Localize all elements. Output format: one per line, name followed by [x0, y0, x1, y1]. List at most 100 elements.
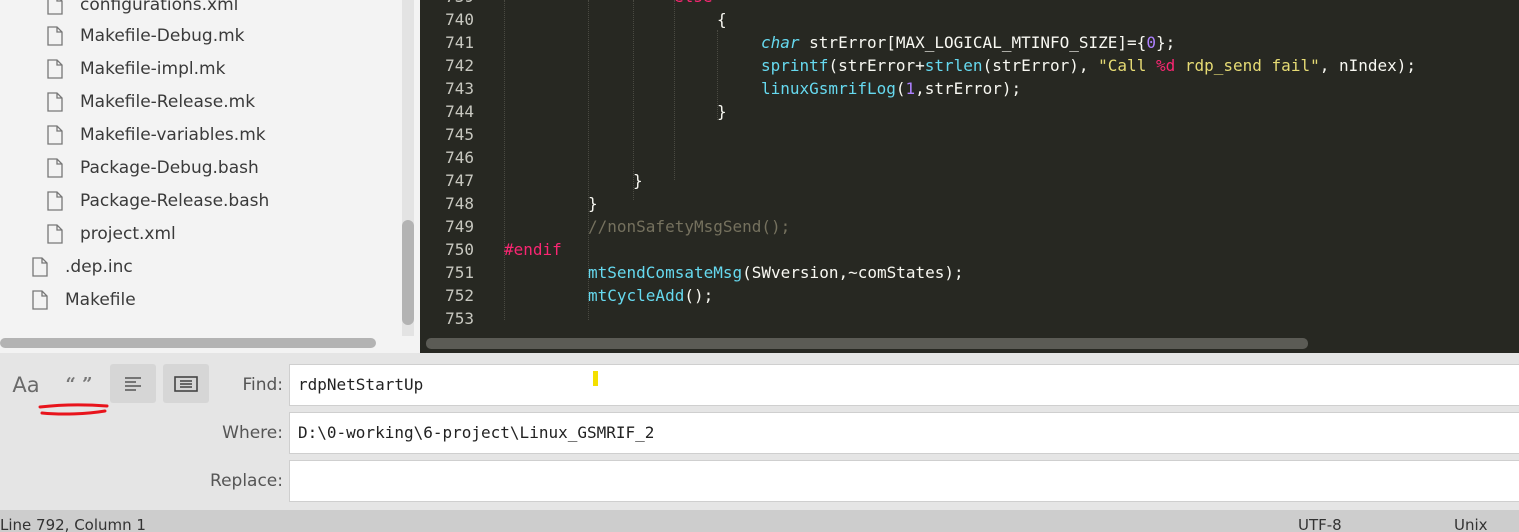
- where-label: Where:: [222, 423, 283, 443]
- line-number: 753: [445, 309, 474, 328]
- type-token: char: [761, 33, 800, 52]
- line-number: 739: [420, 0, 474, 8]
- code-line: mtCycleAdd();: [588, 284, 713, 307]
- in-selection-toggle[interactable]: [110, 364, 156, 403]
- file-icon: [32, 257, 48, 277]
- function-token: mtCycleAdd: [588, 286, 685, 305]
- indent-guide: [504, 0, 505, 320]
- indent-guide: [674, 0, 675, 180]
- code-token: (SWversion,~comStates);: [742, 263, 964, 282]
- sidebar-file-tree: configurations.xml Makefile-Debug.mk Mak…: [0, 0, 420, 353]
- line-number: 749: [445, 217, 474, 236]
- where-input-value: D:\0-working\6-project\Linux_GSMRIF_2: [298, 423, 655, 442]
- red-underline-annotation: [38, 403, 109, 416]
- string-token: rdp_send fail": [1175, 56, 1320, 75]
- string-token: "Call: [1098, 56, 1156, 75]
- sidebar-item-label: Makefile-Debug.mk: [80, 26, 245, 46]
- show-context-toggle[interactable]: [163, 364, 209, 403]
- file-icon: [47, 59, 63, 79]
- format-token: %d: [1155, 56, 1176, 75]
- sidebar-item-configurations-xml[interactable]: configurations.xml: [47, 0, 238, 16]
- code-line: }: [717, 102, 727, 121]
- code-token: , nIndex);: [1319, 56, 1417, 75]
- case-sensitive-icon: Aa: [12, 372, 40, 397]
- code-line: sprintf(strError+strlen(strError), "Call…: [761, 54, 1416, 77]
- line-number: 741: [445, 33, 474, 52]
- sidebar-item-makefile-variables[interactable]: Makefile-variables.mk: [47, 124, 266, 146]
- sidebar-horizontal-scrollbar-thumb[interactable]: [0, 338, 376, 348]
- sidebar-item-makefile[interactable]: Makefile: [32, 289, 136, 311]
- line-number: 746: [445, 148, 474, 167]
- code-token: (strError+: [828, 56, 925, 75]
- code-token: ();: [684, 286, 714, 305]
- case-sensitive-toggle[interactable]: Aa: [3, 365, 49, 404]
- code-line: linuxGsmrifLog(1,strError);: [761, 77, 1021, 100]
- status-bar: Line 792, Column 1 UTF-8 Unix: [0, 510, 1519, 532]
- code-line: #endif: [504, 238, 562, 261]
- editor-horizontal-scrollbar-thumb[interactable]: [426, 338, 1308, 349]
- function-token: linuxGsmrifLog: [761, 79, 896, 98]
- replace-input[interactable]: [289, 460, 1519, 502]
- line-number: 740: [445, 10, 474, 29]
- code-line: //nonSafetyMsgSend();: [588, 215, 790, 238]
- quote-icon: “ ”: [65, 374, 93, 395]
- sidebar-item-label: Package-Release.bash: [80, 191, 270, 211]
- sidebar-item-project-xml[interactable]: project.xml: [47, 223, 176, 245]
- code-editor[interactable]: 739 740 741 742 743 744 745 746 747 748 …: [420, 0, 1519, 353]
- file-icon: [47, 0, 63, 15]
- align-left-icon: [125, 376, 141, 391]
- sidebar-item-dep-inc[interactable]: .dep.inc: [32, 256, 133, 278]
- sidebar-vertical-scrollbar-thumb[interactable]: [402, 220, 414, 325]
- function-token: sprintf: [761, 56, 829, 75]
- line-number: 742: [445, 56, 474, 75]
- whole-word-toggle[interactable]: “ ”: [56, 365, 102, 404]
- sidebar-item-makefile-debug[interactable]: Makefile-Debug.mk: [47, 25, 245, 47]
- encoding-indicator[interactable]: UTF-8: [1298, 516, 1342, 532]
- sidebar-item-package-debug[interactable]: Package-Debug.bash: [47, 157, 259, 179]
- sidebar-item-package-release[interactable]: Package-Release.bash: [47, 190, 269, 212]
- replace-label: Replace:: [210, 471, 283, 491]
- code-line: }: [588, 194, 598, 213]
- find-in-files-panel: Aa “ ” Find: rdpNetStartUp Where: D:\0-w…: [0, 353, 1519, 510]
- function-token: mtSendComsateMsg: [588, 263, 743, 282]
- cursor-position: Line 792, Column 1: [0, 516, 146, 532]
- line-number: 747: [445, 171, 474, 190]
- code-line: char strError[MAX_LOGICAL_MTINFO_SIZE]={…: [761, 31, 1175, 54]
- context-panel-icon: [174, 375, 198, 392]
- file-icon: [47, 92, 63, 112]
- code-token: ,strError);: [915, 79, 1022, 98]
- line-number: 745: [445, 125, 474, 144]
- sidebar-item-makefile-impl[interactable]: Makefile-impl.mk: [47, 58, 225, 80]
- find-input[interactable]: rdpNetStartUp: [289, 364, 1519, 406]
- code-token: strError[MAX_LOGICAL_MTINFO_SIZE]={: [799, 33, 1147, 52]
- line-ending-indicator[interactable]: Unix: [1454, 516, 1488, 532]
- code-token: (: [895, 79, 906, 98]
- code-token: (strError),: [982, 56, 1099, 75]
- line-number: 751: [445, 263, 474, 282]
- sidebar-item-label: Makefile-Release.mk: [80, 92, 256, 112]
- find-label: Find:: [242, 375, 283, 395]
- number-token: 1: [905, 79, 916, 98]
- file-icon: [47, 224, 63, 244]
- code-token: };: [1155, 33, 1176, 52]
- sidebar-item-label: Makefile-impl.mk: [80, 59, 226, 79]
- code-line: {: [717, 10, 727, 29]
- where-input[interactable]: D:\0-working\6-project\Linux_GSMRIF_2: [289, 412, 1519, 454]
- code-line: else: [674, 0, 713, 8]
- sidebar-item-label: Package-Debug.bash: [80, 158, 259, 178]
- sidebar-item-label: .dep.inc: [65, 257, 133, 277]
- text-cursor: [593, 371, 598, 386]
- sidebar-item-label: configurations.xml: [80, 0, 239, 15]
- sidebar-item-makefile-release[interactable]: Makefile-Release.mk: [47, 91, 255, 113]
- line-number: 748: [445, 194, 474, 213]
- function-token: strlen: [924, 56, 983, 75]
- line-number: 743: [445, 79, 474, 98]
- line-number: 750: [445, 240, 474, 259]
- keyword-token: else: [674, 0, 713, 6]
- file-icon: [47, 158, 63, 178]
- sidebar-item-label: Makefile-variables.mk: [80, 125, 266, 145]
- find-input-value: rdpNetStartUp: [298, 375, 424, 394]
- line-number: 752: [445, 286, 474, 305]
- code-line: mtSendComsateMsg(SWversion,~comStates);: [588, 261, 964, 284]
- line-number: 744: [445, 102, 474, 121]
